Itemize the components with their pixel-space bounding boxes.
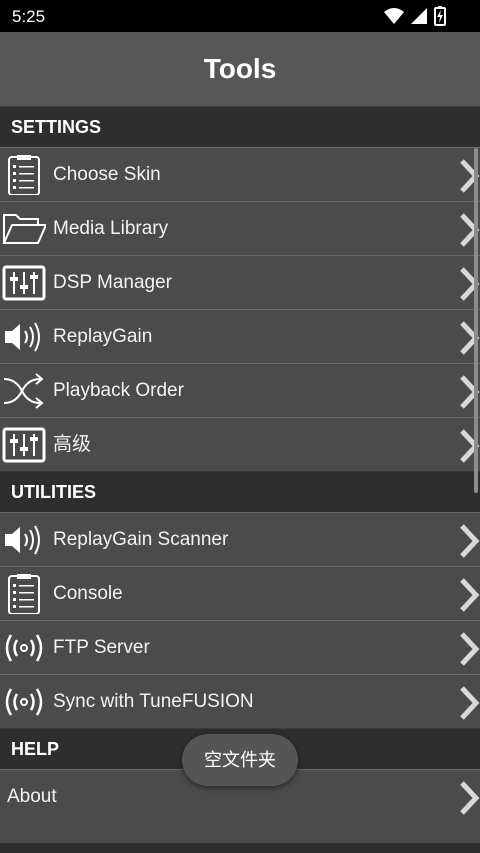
menu-item-media-library[interactable]: Media Library — [0, 201, 480, 255]
menu-item-console[interactable]: Console — [0, 566, 480, 620]
broadcast-icon — [5, 688, 43, 716]
menu-item-replaygain[interactable]: ReplayGain — [0, 309, 480, 363]
menu-item-replaygain-scanner[interactable]: ReplayGain Scanner — [0, 512, 480, 566]
equalizer-sliders-icon — [2, 427, 46, 463]
menu-item-label: About — [7, 786, 57, 807]
status-time: 5:25 — [12, 7, 46, 26]
tools-list[interactable]: SETTINGS Choose Skin Media Library DSP M… — [0, 106, 480, 823]
menu-item-sync-tunefusion[interactable]: Sync with TuneFUSION — [0, 674, 480, 728]
chevron-right-icon — [460, 781, 480, 815]
menu-item-label: 高级 — [53, 434, 92, 455]
clipboard-list-icon — [8, 155, 40, 195]
menu-item-label: FTP Server — [53, 637, 150, 658]
speaker-volume-icon — [5, 322, 40, 352]
toast-message: 空文件夹 — [182, 734, 298, 786]
clipboard-list-icon — [8, 574, 40, 614]
status-bar: 5:25 — [0, 0, 480, 32]
menu-item-dsp-manager[interactable]: DSP Manager — [0, 255, 480, 309]
folder-open-icon — [2, 214, 46, 244]
equalizer-sliders-icon — [2, 265, 46, 301]
menu-item-choose-skin[interactable]: Choose Skin — [0, 147, 480, 201]
broadcast-icon — [5, 634, 43, 662]
chevron-right-icon — [460, 524, 480, 558]
status-icons — [384, 6, 446, 26]
menu-item-label: ReplayGain — [53, 326, 153, 347]
section-utilities: UTILITIES — [0, 471, 480, 512]
app-header: Tools — [0, 32, 480, 106]
page-title: Tools — [203, 53, 277, 84]
menu-item-label: Console — [53, 583, 123, 604]
menu-item-ftp-server[interactable]: FTP Server — [0, 620, 480, 674]
menu-item-label: DSP Manager — [53, 272, 172, 293]
menu-item-advanced[interactable]: 高级 — [0, 417, 480, 471]
speaker-volume-icon — [5, 525, 40, 555]
wifi-icon — [384, 8, 404, 24]
menu-item-label: ReplayGain Scanner — [53, 529, 229, 550]
cell-signal-icon — [411, 8, 427, 24]
chevron-right-icon — [460, 578, 480, 612]
battery-icon — [434, 6, 446, 26]
menu-item-label: Sync with TuneFUSION — [53, 691, 254, 712]
menu-item-label: Choose Skin — [53, 164, 161, 185]
list-bottom-edge — [0, 843, 480, 853]
menu-item-label: Playback Order — [53, 380, 184, 401]
shuffle-icon — [3, 373, 44, 409]
scrollbar-thumb[interactable] — [474, 148, 478, 493]
section-settings: SETTINGS — [0, 106, 480, 147]
menu-item-label: Media Library — [53, 218, 169, 239]
menu-item-playback-order[interactable]: Playback Order — [0, 363, 480, 417]
chevron-right-icon — [460, 686, 480, 720]
chevron-right-icon — [460, 632, 480, 666]
